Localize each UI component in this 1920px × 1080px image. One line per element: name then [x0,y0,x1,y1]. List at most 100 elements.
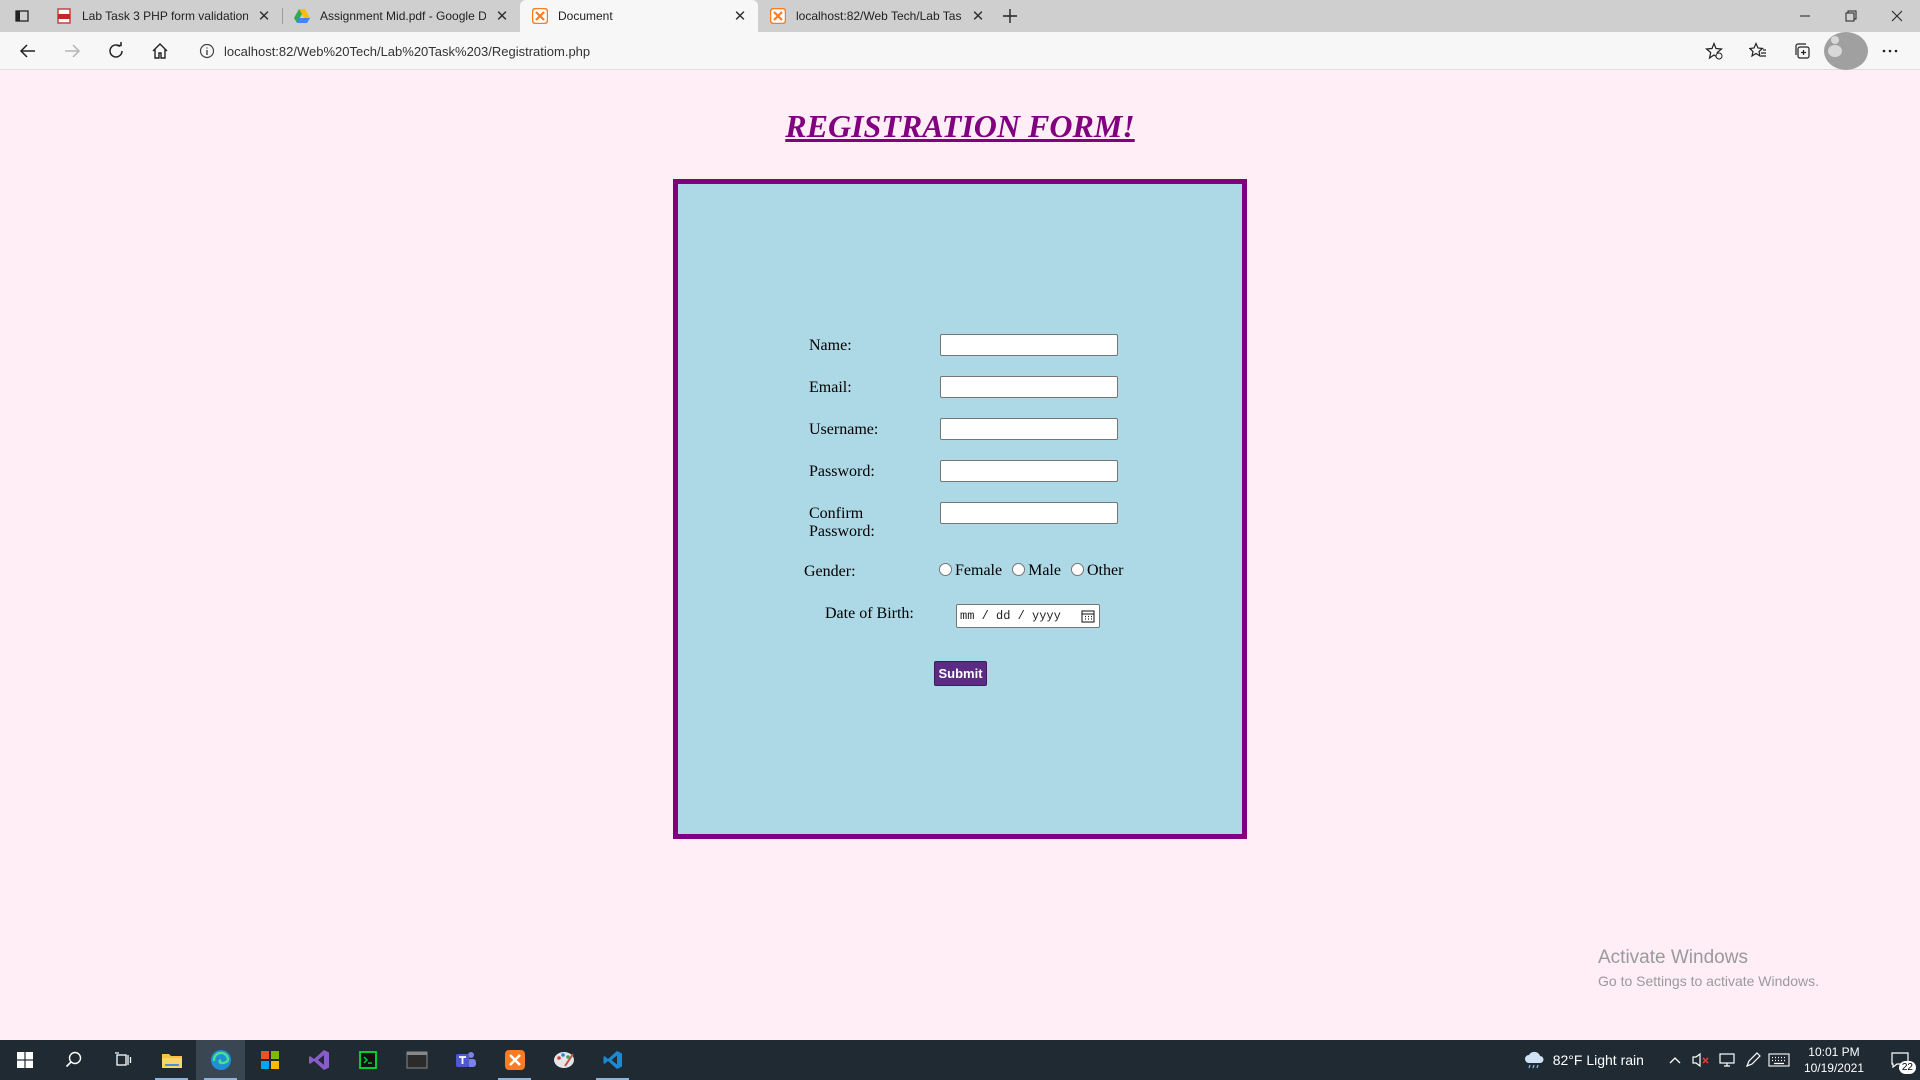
pen-button[interactable] [1740,1052,1766,1068]
watermark-subtitle: Go to Settings to activate Windows. [1598,973,1819,989]
add-favorite-button[interactable] [1692,32,1736,70]
back-arrow-icon [19,43,35,58]
file-explorer-icon [161,1054,182,1068]
page-title: REGISTRATION FORM! [785,108,1135,144]
terminal-icon [358,1051,377,1069]
refresh-icon [109,41,123,58]
task-view-button[interactable] [98,1040,147,1080]
url-text: localhost:82/Web%20Tech/Lab%20Task%203/R… [224,43,591,59]
browser-toolbar: localhost:82/Web%20Tech/Lab%20Task%203/R… [0,32,1920,70]
restore-button[interactable] [1828,0,1874,32]
female-radio[interactable] [939,563,952,576]
close-icon[interactable]: ✕ [494,7,510,25]
plus-icon [1003,9,1017,23]
home-icon [152,42,168,59]
window-controls [1782,0,1920,32]
clock[interactable]: 10:01 PM 10/19/2021 [1804,1044,1864,1076]
name-input[interactable] [940,334,1118,356]
chevron-up-icon [1669,1057,1681,1064]
close-window-button[interactable] [1874,0,1920,32]
minimize-icon [1800,15,1810,17]
keyboard-button[interactable] [1766,1053,1792,1067]
gender-label: Gender: [804,563,856,580]
forward-button[interactable] [50,32,94,70]
new-tab-button[interactable] [996,0,1024,32]
tab-actions-icon [15,10,29,22]
home-button[interactable] [138,32,182,70]
info-icon[interactable] [190,43,224,59]
confirm-password-input[interactable] [940,502,1118,524]
tab-assignment-mid[interactable]: Assignment Mid.pdf - Google Dr ✕ [282,0,520,32]
tab-lab-task-pdf[interactable]: Lab Task 3 PHP form validation F ✕ [44,0,282,32]
pdf-icon [56,8,72,24]
cmd-button[interactable] [392,1040,441,1080]
submit-button[interactable]: Submit [934,661,987,686]
visual-studio-button[interactable] [294,1040,343,1080]
file-explorer-button[interactable] [147,1040,196,1080]
password-label: Password: [809,463,875,480]
tab-actions-menu[interactable] [0,0,44,32]
registration-form-box: Name: Email: Username: Password: Confirm… [673,179,1247,839]
close-icon[interactable]: ✕ [256,7,272,25]
terminal-app-button[interactable] [343,1040,392,1080]
favorites-icon [1749,42,1766,58]
profile-button[interactable] [1824,32,1868,70]
settings-menu-button[interactable] [1868,32,1912,70]
date-of-birth-input[interactable]: mm / dd / yyyy [956,604,1100,628]
female-option-label: Female [955,562,1003,579]
office-button[interactable] [245,1040,294,1080]
forward-arrow-icon [65,43,81,58]
other-option-label: Other [1086,562,1124,579]
network-button[interactable] [1714,1052,1740,1068]
xampp-icon [770,8,786,24]
password-input[interactable] [940,460,1118,482]
notifications-button[interactable]: 22 [1880,1040,1920,1080]
back-button[interactable] [6,32,50,70]
username-label: Username: [809,421,879,438]
cloud-rain-icon [1524,1051,1544,1069]
clock-time: 10:01 PM [1808,1045,1860,1059]
clock-date: 10/19/2021 [1803,1061,1864,1075]
avatar [1824,32,1868,70]
show-hidden-icons-button[interactable] [1662,1056,1688,1064]
refresh-button[interactable] [94,32,138,70]
search-icon [65,1051,81,1068]
tab-title: localhost:82/Web Tech/Lab Task [796,9,962,23]
address-bar[interactable]: localhost:82/Web%20Tech/Lab%20Task%203/R… [190,32,590,70]
search-button[interactable] [49,1040,98,1080]
tab-title: Assignment Mid.pdf - Google Dr [320,9,486,23]
favorites-button[interactable] [1736,32,1780,70]
paint-button[interactable] [539,1040,588,1080]
calendar-icon[interactable] [1081,609,1095,631]
weather-text: 82°F Light rain [1552,1052,1644,1068]
minimize-button[interactable] [1782,0,1828,32]
network-icon [1719,1053,1735,1067]
close-icon[interactable]: ✕ [970,7,986,25]
other-radio[interactable] [1070,563,1084,576]
email-input[interactable] [940,376,1118,398]
task-view-icon [114,1052,131,1066]
teams-button[interactable] [441,1040,490,1080]
xampp-icon [532,8,548,24]
edge-button[interactable] [196,1040,245,1080]
xampp-button[interactable] [490,1040,539,1080]
collections-button[interactable] [1780,32,1824,70]
dob-label: Date of Birth: [825,605,914,622]
weather-widget[interactable]: 82°F Light rain [1523,1051,1644,1069]
close-icon[interactable]: ✕ [732,7,748,25]
system-tray: 82°F Light rain 10:01 PM 10/19/2021 22 [1523,1040,1920,1080]
username-input[interactable] [940,418,1118,440]
male-radio[interactable] [1012,563,1026,576]
edge-icon [210,1050,231,1070]
tab-document[interactable]: Document ✕ [520,0,758,32]
vscode-button[interactable] [588,1040,637,1080]
tab-localhost-lab[interactable]: localhost:82/Web Tech/Lab Task ✕ [758,0,996,32]
close-icon [1891,10,1903,22]
confirm-password-label-line2: Password: [809,523,875,540]
activate-windows-watermark: Activate Windows Go to Settings to activ… [1598,947,1819,989]
volume-button[interactable] [1688,1052,1714,1068]
vscode-icon [603,1051,622,1069]
pen-icon [1745,1052,1761,1068]
gender-options: Female Male Other [939,562,1123,580]
start-button[interactable] [0,1040,49,1080]
